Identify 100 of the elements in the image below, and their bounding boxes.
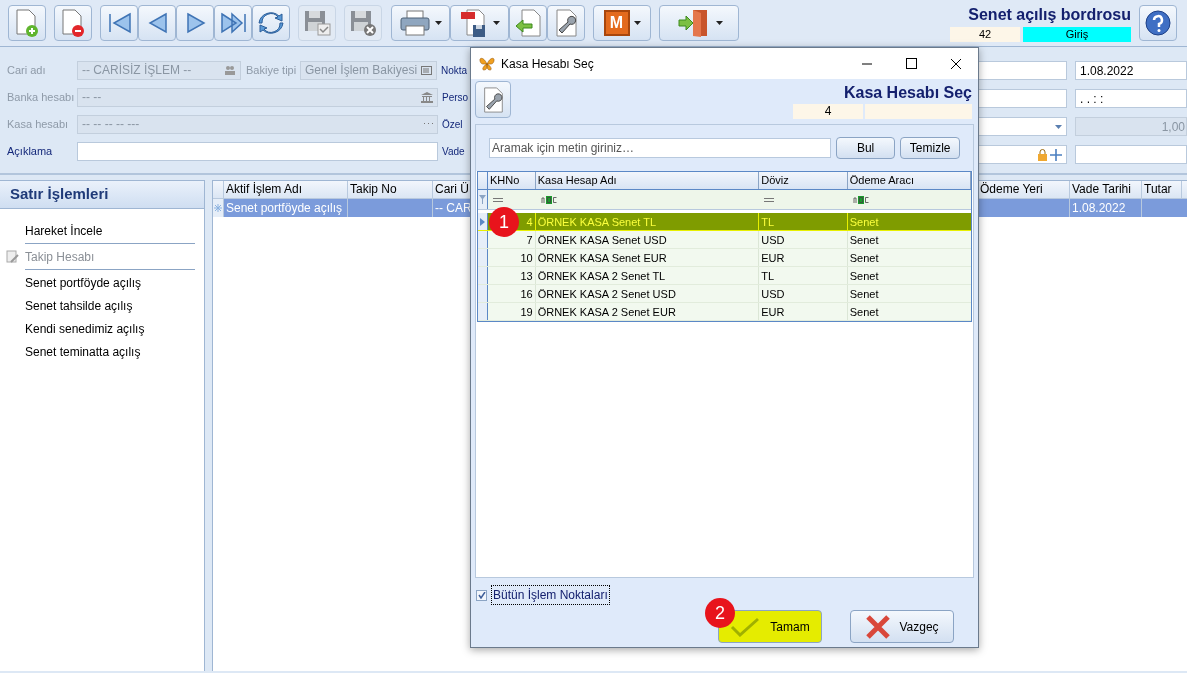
delete-document-icon [59, 8, 87, 38]
people-icon [224, 64, 236, 76]
delete-button[interactable] [54, 5, 92, 41]
column-header[interactable]: KHNo [487, 172, 536, 189]
new-document-icon [13, 8, 41, 38]
printer-icon [399, 9, 431, 37]
panel-item[interactable]: Senet portföyde açılış [25, 273, 142, 292]
date-field[interactable]: 1.08.2022 [1075, 61, 1187, 80]
field-label: Perso [442, 90, 469, 105]
dialog-heading: Kasa Hesabı Seç [843, 84, 972, 102]
table-cell: 13 [487, 267, 536, 284]
table-cell: ÖRNEK KASA 2 Senet USD [535, 285, 760, 302]
column-header[interactable]: Vade Tarihi [1070, 181, 1142, 198]
column-header[interactable]: Tutar [1142, 181, 1182, 198]
column-header[interactable]: Aktif İşlem Adı [224, 181, 348, 198]
panel-item[interactable]: Kendi senedimiz açılış [25, 319, 145, 338]
search-field[interactable]: Aramak için metin giriniz… [489, 138, 831, 158]
settings-button[interactable] [547, 5, 585, 41]
text-filter-icon [852, 195, 869, 204]
previous-button[interactable] [138, 5, 176, 41]
equals-icon [492, 197, 503, 202]
caret-icon [493, 21, 500, 25]
import-button[interactable] [509, 5, 547, 41]
description-field[interactable] [77, 141, 438, 161]
table-row[interactable]: 16 ÖRNEK KASA 2 Senet USD USD Senet [478, 285, 971, 303]
refresh-button[interactable] [252, 5, 290, 41]
table-cell: ÖRNEK KASA 2 Senet TL [535, 267, 760, 284]
plus-icon [1050, 148, 1062, 161]
input-field[interactable] [978, 145, 1067, 164]
save-cancel-icon [349, 9, 377, 37]
column-header[interactable]: Takip No [348, 181, 433, 198]
help-button[interactable] [1139, 5, 1177, 41]
close-icon[interactable] [950, 57, 962, 70]
filter-icon [478, 195, 486, 204]
table-cell-text: Senet [848, 269, 880, 284]
field-label: Cari adı [7, 62, 47, 78]
panel-item[interactable]: Senet teminatta açılış [25, 342, 141, 361]
input-field[interactable] [978, 89, 1067, 108]
table-cell: 19 [487, 303, 536, 320]
table-cell: 1.08.2022 [1070, 199, 1142, 217]
record-number: 42 [950, 26, 1020, 42]
cancel-button[interactable]: Vazgeç [850, 610, 954, 643]
next-button[interactable] [176, 5, 214, 41]
table-cell-text: Senet [848, 233, 880, 248]
selected-code: 4 [793, 104, 863, 119]
checkbox[interactable] [476, 589, 487, 601]
butterfly-icon [479, 56, 495, 71]
maximize-icon[interactable] [906, 58, 917, 69]
table-row[interactable]: 7 ÖRNEK KASA Senet USD USD Senet [478, 231, 971, 249]
field-label: Açıklama [7, 143, 54, 159]
dropdown-field[interactable] [978, 117, 1067, 136]
edit-document-icon [6, 249, 20, 264]
table-cell: USD [759, 285, 848, 302]
new-row-icon [214, 204, 222, 212]
panel-title: Satır İşlemleri [0, 181, 204, 209]
last-button[interactable] [214, 5, 252, 41]
bank-icon [421, 91, 433, 103]
table-cell: Senet portföyde açılış [224, 199, 348, 217]
table-cell: ÖRNEK KASA Senet EUR [535, 249, 760, 266]
table-cell: 16 [487, 285, 536, 302]
equals-icon [764, 197, 775, 202]
save-button[interactable] [298, 5, 336, 41]
column-header[interactable]: Kasa Hesap Adı [535, 172, 760, 189]
field-label: Nokta [441, 63, 468, 78]
table-cell-text: Senet [848, 215, 880, 230]
input-field[interactable] [1075, 145, 1187, 164]
column-header[interactable]: Ödeme Aracı [847, 172, 971, 189]
check-icon [477, 591, 486, 599]
check-icon [730, 616, 761, 637]
settings-button[interactable] [475, 81, 511, 118]
caret-icon [1055, 124, 1062, 129]
input-field[interactable] [978, 61, 1067, 80]
checkbox-label[interactable]: Bütün İşlem Noktaları [491, 585, 610, 605]
panel-item[interactable]: Senet tahsilde açılış [25, 296, 133, 315]
new-button[interactable] [8, 5, 46, 41]
clear-button[interactable]: Temizle [900, 137, 960, 159]
table-cell: EUR [759, 303, 848, 320]
find-button[interactable]: Bul [835, 137, 896, 159]
exit-button[interactable] [659, 5, 739, 41]
column-header[interactable]: Döviz [759, 172, 848, 189]
table-row[interactable]: 10 ÖRNEK KASA Senet EUR EUR Senet [478, 249, 971, 267]
print-button[interactable] [391, 5, 450, 41]
caret-icon [633, 21, 641, 25]
table-row[interactable]: 13 ÖRNEK KASA 2 Senet TL TL Senet [478, 267, 971, 285]
save-check-icon [303, 9, 331, 37]
mode-indicator: Giriş [1023, 26, 1131, 42]
caret-icon [715, 21, 723, 25]
table-cell-text: Senet [848, 251, 880, 266]
save-cancel-button[interactable] [344, 5, 382, 41]
table-cell: ÖRNEK KASA Senet USD [535, 231, 760, 248]
panel-item[interactable]: Hareket İncele [25, 221, 103, 240]
list-icon [421, 65, 432, 75]
pdf-export-button[interactable] [450, 5, 509, 41]
field-label: Kasa hesabı [7, 116, 70, 132]
time-field[interactable]: . . : : [1075, 89, 1187, 108]
first-button[interactable] [100, 5, 138, 41]
table-row[interactable]: 19 ÖRNEK KASA 2 Senet EUR EUR Senet [478, 303, 971, 321]
table-cell-text: Senet [848, 287, 880, 302]
field-label: Özel [442, 117, 463, 132]
table-cell: TL [759, 213, 848, 230]
